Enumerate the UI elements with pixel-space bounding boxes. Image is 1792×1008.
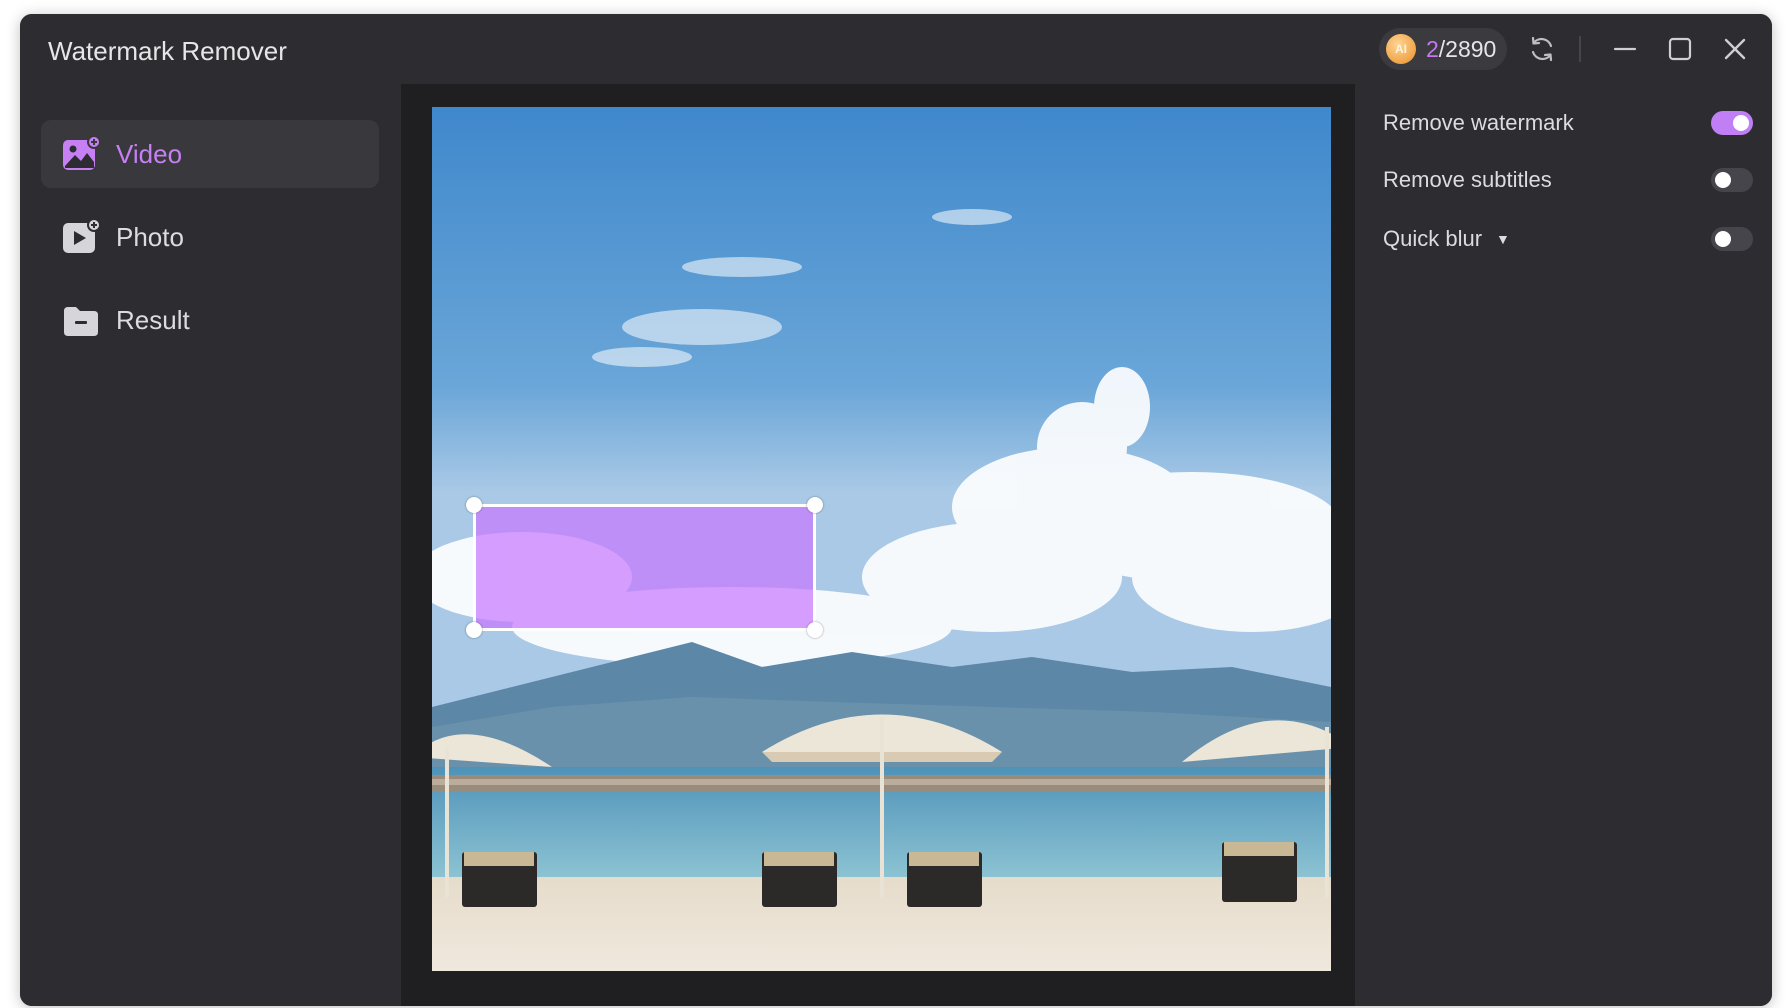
quick-blur-toggle[interactable] [1711, 227, 1753, 251]
toggle-knob [1733, 115, 1749, 131]
sidebar-item-label: Photo [116, 221, 184, 252]
option-label: Remove subtitles [1383, 167, 1552, 192]
option-label: Quick blur [1383, 226, 1483, 251]
toggle-knob [1715, 172, 1731, 188]
credits-used: 2 [1426, 35, 1439, 62]
close-icon[interactable] [1718, 32, 1752, 66]
resize-handle-bottom-right[interactable] [807, 622, 823, 638]
credits-count: 2/2890 [1426, 36, 1496, 63]
minimize-icon[interactable] [1608, 32, 1642, 66]
option-quick-blur: Quick blur ▼ [1383, 222, 1753, 256]
folder-icon [61, 300, 101, 340]
chevron-down-icon[interactable]: ▼ [1496, 231, 1510, 247]
toggle-knob [1715, 231, 1731, 247]
option-label: Remove watermark [1383, 110, 1574, 135]
option-remove-watermark: Remove watermark [1383, 106, 1753, 140]
preview-area [401, 84, 1355, 1006]
play-photo-icon [61, 217, 101, 257]
video-image-icon [61, 134, 101, 174]
watermark-selection-box[interactable] [466, 497, 823, 638]
titlebar-divider [1579, 36, 1581, 62]
maximize-icon[interactable] [1663, 32, 1697, 66]
remove-watermark-toggle[interactable] [1711, 111, 1753, 135]
resize-handle-bottom-left[interactable] [466, 622, 482, 638]
resize-handle-top-left[interactable] [466, 497, 482, 513]
credits-total: /2890 [1438, 35, 1497, 62]
options-panel: Remove watermark Remove subtitles Quick … [1355, 84, 1772, 1006]
sidebar-item-label: Video [116, 138, 183, 169]
remove-subtitles-toggle[interactable] [1711, 168, 1753, 192]
sidebar-item-label: Result [116, 304, 190, 335]
refresh-icon[interactable] [1525, 32, 1559, 66]
title-bar: Watermark Remover AI 2/2890 [20, 14, 1772, 84]
ai-coin-icon: AI [1386, 34, 1416, 64]
sidebar-item-photo[interactable]: Photo [41, 203, 379, 271]
sidebar-item-result[interactable]: Result [41, 286, 379, 354]
preview-image [432, 107, 1331, 971]
sidebar: Video Photo Result [20, 84, 401, 1006]
option-remove-subtitles: Remove subtitles [1383, 163, 1753, 197]
credits-badge[interactable]: AI 2/2890 [1379, 28, 1507, 70]
resize-handle-top-right[interactable] [807, 497, 823, 513]
app-title: Watermark Remover [48, 36, 287, 66]
sidebar-item-video[interactable]: Video [41, 120, 379, 188]
app-window: Watermark Remover AI 2/2890 Video Photo … [20, 14, 1772, 1006]
